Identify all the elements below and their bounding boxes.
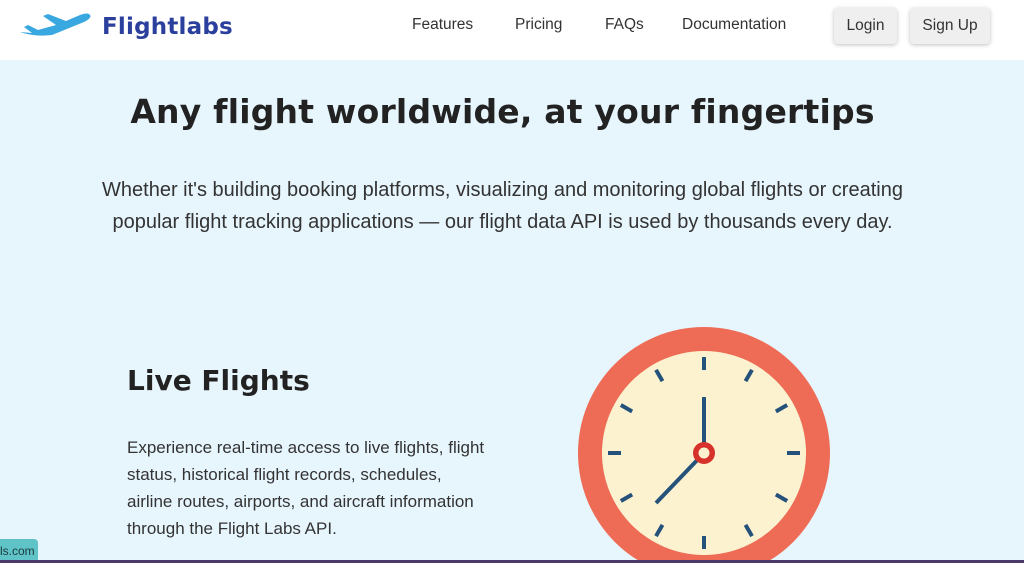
login-button[interactable]: Login: [834, 8, 897, 44]
clock-icon: [578, 327, 830, 563]
top-navbar: Flightlabs Features Pricing FAQs Documen…: [0, 0, 1024, 60]
nav-link-faqs[interactable]: FAQs: [605, 16, 644, 34]
hero-title: Any flight worldwide, at your fingertips: [130, 92, 875, 131]
nav-link-documentation[interactable]: Documentation: [682, 16, 786, 34]
feature-title: Live Flights: [127, 364, 310, 397]
signup-button[interactable]: Sign Up: [910, 8, 990, 44]
nav-link-features[interactable]: Features: [412, 16, 473, 34]
hero-subtitle-line-2: popular flight tracking applications — o…: [112, 211, 893, 233]
hero-subtitle: Whether it's building booking platforms,…: [0, 174, 1005, 238]
hero-subtitle-line-1: Whether it's building booking platforms,…: [102, 179, 903, 201]
feature-description: Experience real-time access to live flig…: [127, 438, 485, 538]
nav-link-pricing[interactable]: Pricing: [515, 16, 562, 34]
